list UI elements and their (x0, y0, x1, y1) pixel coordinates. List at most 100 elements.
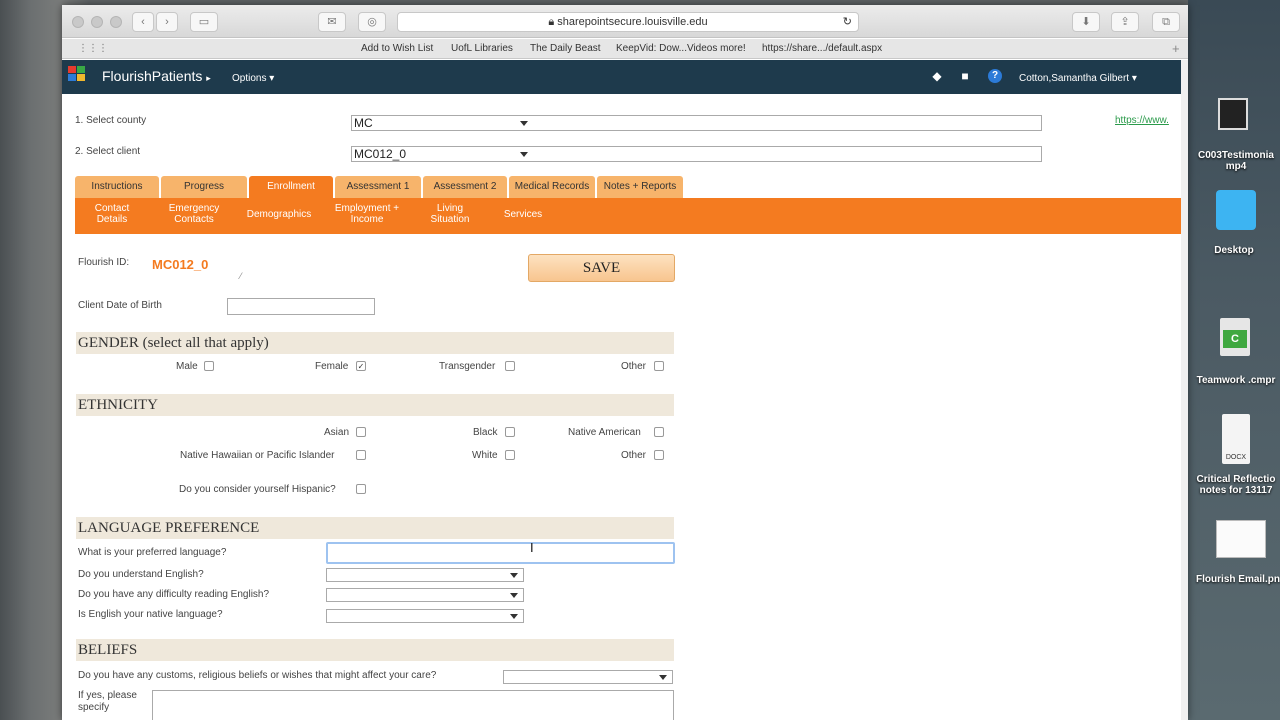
customs-label: Do you have any customs, religious belie… (78, 670, 437, 681)
desktop-folder-label[interactable]: Desktop (1188, 245, 1280, 256)
male-label: Male (176, 361, 198, 372)
browser-window: ‹ › ▭ ✉ ◎ 🔒︎ sharepointsecure.louisville… (62, 5, 1188, 720)
download-icon[interactable]: ⬇ (1072, 12, 1100, 32)
subtab-contact-details[interactable]: Contact Details (81, 203, 143, 225)
lock-icon: 🔒︎ (548, 16, 558, 28)
tab-notes-reports[interactable]: Notes + Reports (597, 176, 683, 198)
customs-select[interactable] (503, 670, 673, 684)
desktop-file-label[interactable]: Flourish Email.pn (1192, 574, 1280, 585)
black-checkbox[interactable] (505, 427, 515, 437)
language-section-title: LANGUAGE PREFERENCE (76, 517, 674, 539)
docx-file-icon[interactable]: DOCX (1222, 414, 1250, 464)
apps-grid-icon[interactable]: ⋮⋮⋮ (78, 43, 108, 54)
browser-titlebar: ‹ › ▭ ✉ ◎ 🔒︎ sharepointsecure.louisville… (62, 5, 1188, 38)
hispanic-label: Do you consider yourself Hispanic? (179, 484, 336, 495)
preferred-language-input[interactable] (326, 542, 675, 564)
bookmark-link[interactable]: The Daily Beast (530, 43, 601, 54)
difficulty-reading-select[interactable] (326, 588, 524, 602)
share-icon[interactable]: ⇪ (1111, 12, 1139, 32)
native-american-checkbox[interactable] (654, 427, 664, 437)
bookmark-link[interactable]: Add to Wish List (361, 43, 433, 54)
app-logo-icon (68, 66, 88, 84)
subtab-living-situation[interactable]: Living Situation (419, 203, 481, 225)
tab-medical-records[interactable]: Medical Records (509, 176, 595, 198)
native-language-label: Is English your native language? (78, 609, 223, 620)
understand-english-label: Do you understand English? (78, 569, 204, 580)
understand-english-select[interactable] (326, 568, 524, 582)
minimize-window-icon[interactable] (91, 16, 103, 28)
white-checkbox[interactable] (505, 450, 515, 460)
flourish-id-label: Flourish ID: (78, 257, 130, 268)
county-label: 1. Select county (75, 115, 147, 126)
tab-assessment-2[interactable]: Assessment 2 (423, 176, 507, 198)
bookmark-link[interactable]: https://share.../default.aspx (762, 43, 882, 54)
reload-icon[interactable]: ↻ (843, 13, 852, 31)
subtab-demographics[interactable]: Demographics (241, 209, 317, 220)
options-menu[interactable]: Options ▾ (232, 73, 274, 84)
image-file-icon[interactable] (1216, 520, 1266, 558)
ethnicity-section-title: ETHNICITY (76, 394, 674, 416)
transgender-label: Transgender (439, 361, 496, 372)
save-button[interactable]: SAVE (528, 254, 675, 282)
close-window-icon[interactable] (72, 16, 84, 28)
extension-icon[interactable]: ✉ (318, 12, 346, 32)
tab-enrollment[interactable]: Enrollment (249, 176, 333, 198)
bookmark-link[interactable]: UofL Libraries (451, 43, 513, 54)
folder-icon[interactable] (1216, 190, 1256, 230)
chevron-down-icon (520, 121, 528, 126)
subtab-employment-income[interactable]: Employment + Income (331, 203, 403, 225)
tab-assessment-1[interactable]: Assessment 1 (335, 176, 421, 198)
desktop-file-label[interactable]: C003Testimonia mp4 (1190, 150, 1280, 172)
text-cursor-icon: I (530, 540, 534, 555)
female-checkbox[interactable]: ✓ (356, 361, 366, 371)
video-file-icon[interactable] (1218, 98, 1248, 130)
ethnicity-other-checkbox[interactable] (654, 450, 664, 460)
male-checkbox[interactable] (204, 361, 214, 371)
hispanic-checkbox[interactable] (356, 484, 366, 494)
external-link[interactable]: https://www. (1115, 115, 1179, 126)
subtab-emergency-contacts[interactable]: Emergency Contacts (163, 203, 225, 225)
tab-instructions[interactable]: Instructions (75, 176, 159, 198)
sidebar-toggle-icon[interactable]: ▭ (190, 12, 218, 32)
help-icon[interactable]: ? (988, 69, 1002, 83)
url-bar[interactable]: 🔒︎ sharepointsecure.louisville.edu ↻ (397, 12, 859, 32)
tab-progress[interactable]: Progress (161, 176, 247, 198)
hawaiian-checkbox[interactable] (356, 450, 366, 460)
specify-textarea[interactable] (152, 690, 674, 720)
dob-label: Client Date of Birth (78, 300, 162, 311)
beliefs-section-title: BELIEFS (76, 639, 674, 661)
client-label: 2. Select client (75, 146, 141, 157)
native-american-label: Native American (568, 427, 641, 438)
preferred-language-label: What is your preferred language? (78, 547, 227, 558)
desktop-file-label[interactable]: Teamwork .cmpr (1190, 375, 1280, 386)
gender-other-checkbox[interactable] (654, 361, 664, 371)
reader-icon[interactable]: ◎ (358, 12, 386, 32)
native-language-select[interactable] (326, 609, 524, 623)
client-select[interactable]: MC012_0 (351, 146, 1042, 162)
scrollbar[interactable] (1181, 60, 1188, 720)
desktop-file-label[interactable]: Critical Reflectio notes for 13117 (1190, 474, 1280, 496)
back-button[interactable]: ‹ (132, 12, 154, 32)
transgender-checkbox[interactable] (505, 361, 515, 371)
camtasia-file-icon[interactable]: C (1220, 318, 1250, 356)
tag-icon[interactable]: ◆ (930, 69, 944, 83)
bookmark-link[interactable]: KeepVid: Dow...Videos more! (616, 43, 746, 54)
maximize-window-icon[interactable] (110, 16, 122, 28)
subtab-services[interactable]: Services (495, 209, 551, 220)
add-bookmark-icon[interactable]: + (1172, 41, 1180, 56)
chevron-down-icon (510, 593, 518, 598)
asian-checkbox[interactable] (356, 427, 366, 437)
dob-field[interactable] (227, 298, 375, 315)
county-select[interactable]: MC (351, 115, 1042, 131)
forward-button[interactable]: › (156, 12, 178, 32)
gender-other-label: Other (621, 361, 647, 372)
chat-icon[interactable]: ■ (958, 69, 972, 83)
resize-handle-icon[interactable]: ⁄ (240, 271, 242, 281)
user-menu[interactable]: Cotton,Samantha Gilbert ▾ (1019, 73, 1137, 84)
black-label: Black (473, 427, 498, 438)
app-title[interactable]: FlourishPatients ▸ (102, 68, 211, 84)
white-label: White (472, 450, 498, 461)
difficulty-reading-label: Do you have any difficulty reading Engli… (78, 589, 270, 600)
chevron-down-icon (510, 614, 518, 619)
tabs-overview-icon[interactable]: ⧉ (1152, 12, 1180, 32)
